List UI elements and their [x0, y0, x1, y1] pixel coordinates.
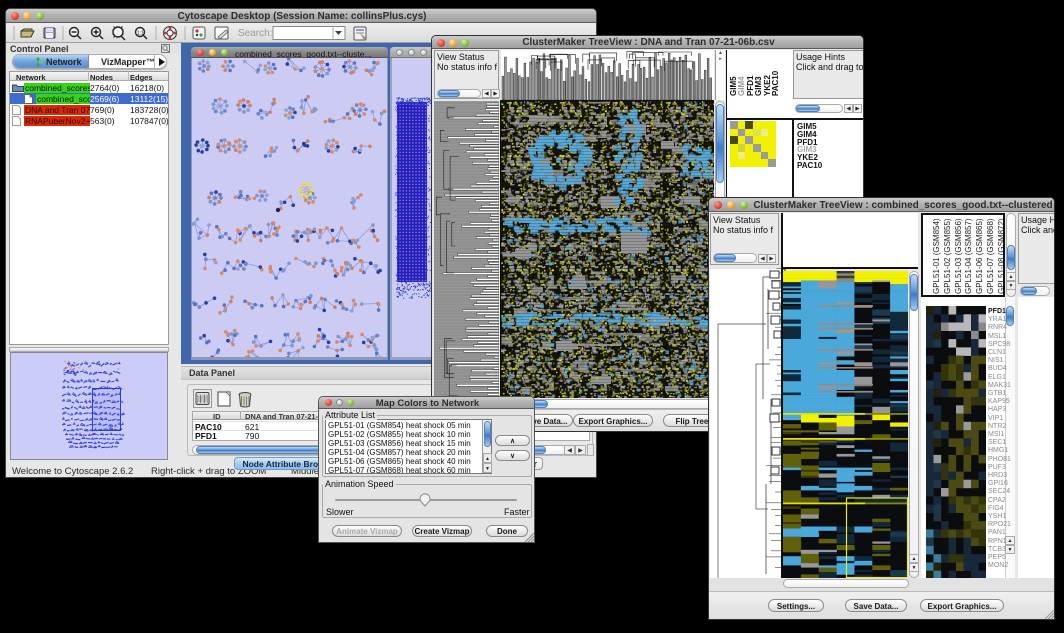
svg-text:1:1: 1:1: [137, 31, 144, 37]
svg-text:Search:: Search:: [238, 28, 272, 39]
